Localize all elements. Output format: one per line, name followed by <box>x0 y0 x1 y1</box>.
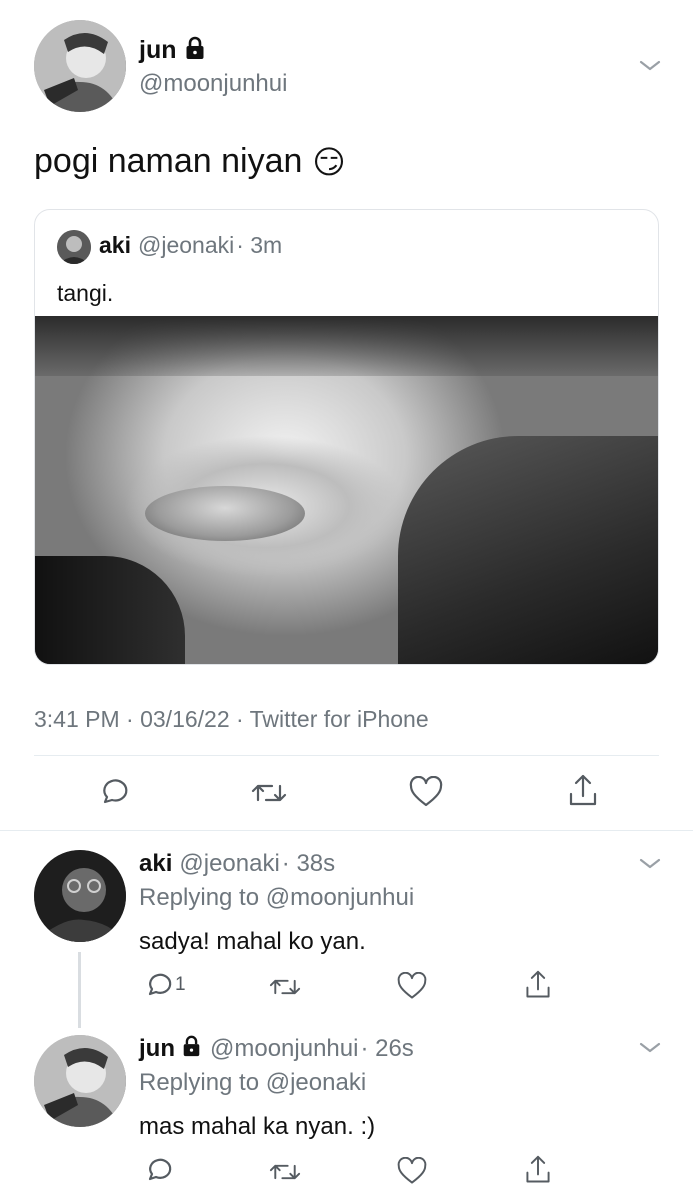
reply-2-text: mas mahal ka nyan. :) <box>139 1113 376 1140</box>
avatar-image <box>34 20 126 112</box>
quoted-display-name: aki <box>99 232 131 258</box>
quoted-tweet-card[interactable]: aki @jeonaki · 3m tangi. <box>34 209 659 665</box>
quoted-header: aki @jeonaki · 3m <box>99 232 282 259</box>
retweet-icon <box>269 1164 301 1180</box>
quoted-time: · 3m <box>236 232 283 258</box>
reply-icon <box>103 779 128 804</box>
reply-2-like-button[interactable] <box>396 1156 428 1187</box>
author-display-name[interactable]: jun <box>139 36 177 65</box>
reply-icon <box>148 1158 172 1181</box>
tweet-timestamp[interactable]: 3:41 PM · 03/16/22 · Twitter for iPhone <box>34 706 429 733</box>
reply-1-retweet-button[interactable] <box>268 972 302 1002</box>
reply-2-time: · 26s <box>360 1035 414 1062</box>
reply-2-display-name[interactable]: jun <box>139 1035 175 1063</box>
reply-button[interactable] <box>96 776 130 810</box>
reply-2-reply-button[interactable] <box>142 1155 172 1185</box>
reply-1-header: aki @jeonaki · 38s <box>139 850 335 878</box>
heart-icon <box>397 971 427 999</box>
reply-2-replying-to[interactable]: Replying to @jeonaki <box>139 1069 366 1097</box>
quoted-text: tangi. <box>57 280 114 306</box>
heart-icon <box>397 1156 427 1184</box>
reply-2-header: jun @moonjunhui · 26s <box>139 1034 414 1064</box>
reply-1-reply-button[interactable]: 1 <box>142 970 186 1000</box>
photo-collar-right <box>398 436 658 664</box>
author-avatar[interactable] <box>34 20 126 112</box>
reply-1-time: · 38s <box>281 850 336 877</box>
chevron-down-icon <box>639 60 661 71</box>
heart-icon <box>409 775 443 807</box>
retweet-button[interactable] <box>250 776 288 810</box>
reply-2-more-button[interactable] <box>636 1036 664 1058</box>
chevron-down-icon <box>639 858 661 869</box>
reply-2-share-button[interactable] <box>523 1153 553 1187</box>
share-icon <box>526 970 550 998</box>
share-icon <box>526 1155 550 1183</box>
divider <box>34 755 659 756</box>
retweet-icon <box>269 979 301 995</box>
like-button[interactable] <box>408 775 444 810</box>
chevron-down-icon <box>639 1042 661 1053</box>
thread-line <box>78 952 81 1028</box>
photo-shadow <box>35 316 658 376</box>
reply-1-avatar[interactable] <box>34 850 126 942</box>
section-divider <box>0 830 693 831</box>
tweet-text: pogi naman niyan <box>34 142 303 180</box>
lock-icon <box>182 1035 201 1064</box>
reply-icon <box>148 973 172 996</box>
photo-lips <box>145 486 305 541</box>
avatar-image <box>34 1035 126 1127</box>
author-name-row: jun <box>139 34 205 66</box>
avatar-image <box>34 850 126 942</box>
reply-1-reply-count: 1 <box>175 974 186 995</box>
more-options-button[interactable] <box>636 54 664 76</box>
reply-1-replying-to[interactable]: Replying to @moonjunhui <box>139 884 414 912</box>
reply-1-share-button[interactable] <box>523 968 553 1002</box>
reply-1-more-button[interactable] <box>636 852 664 874</box>
quoted-author-avatar <box>57 230 91 264</box>
share-button[interactable] <box>566 772 600 810</box>
author-handle[interactable]: @moonjunhui <box>139 70 287 98</box>
lock-icon <box>185 36 205 65</box>
reply-1-like-button[interactable] <box>396 971 428 1002</box>
smirk-emoji: 😏 <box>312 143 346 180</box>
retweet-icon <box>251 784 287 802</box>
reply-2-retweet-button[interactable] <box>268 1157 302 1187</box>
reply-2-avatar[interactable] <box>34 1035 126 1127</box>
reply-1-display-name[interactable]: aki <box>139 850 172 878</box>
share-icon <box>569 774 597 806</box>
reply-1-text: sadya! mahal ko yan. <box>139 928 366 955</box>
tweet-text-row: pogi naman niyan 😏 <box>34 142 346 181</box>
photo-collar-left <box>35 556 185 664</box>
reply-2-handle[interactable]: @moonjunhui <box>210 1035 358 1063</box>
reply-1-handle[interactable]: @jeonaki <box>179 850 279 878</box>
quoted-handle: @jeonaki <box>137 232 235 258</box>
quoted-media-image[interactable] <box>35 316 658 664</box>
